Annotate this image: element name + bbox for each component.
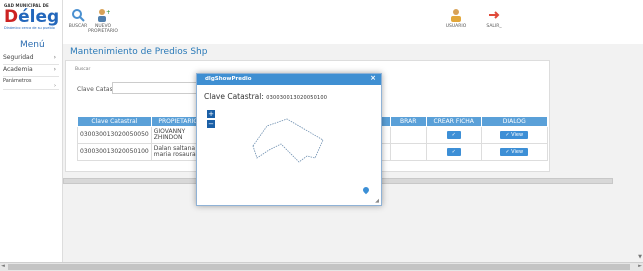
scroll-right-icon[interactable]: ► (638, 263, 642, 269)
sidebar-item-label: Academia (3, 66, 33, 73)
column-header: BRAR (389, 116, 427, 127)
parcel-map[interactable] (247, 114, 337, 166)
nuevo-label-2: PROPIETARIO (88, 29, 118, 34)
empty-cell (389, 143, 427, 161)
dialog-titlebar[interactable]: dlgShowPredio × (197, 74, 381, 85)
crear-ficha-cell: ✓ (425, 126, 482, 144)
sidebar-item-label: Parámetros (3, 78, 32, 84)
svg-text:+: + (106, 9, 110, 16)
sidebar-item-academia[interactable]: Academia › (3, 66, 59, 77)
dialog-title: dlgShowPredio (205, 76, 252, 82)
clave-cell: 030030013020050050 (77, 126, 152, 144)
crear-ficha-cell: ✓ (425, 143, 482, 161)
close-icon[interactable]: × (370, 74, 376, 82)
clave-cell: 030030013020050100 (77, 143, 152, 161)
scroll-left-icon[interactable]: ◄ (1, 263, 5, 269)
parcel-polygon (252, 118, 324, 163)
zoom-out-button[interactable]: − (207, 120, 215, 128)
crear-ficha-button[interactable]: ✓ (446, 131, 461, 139)
sidebar-item-label: Seguridad (3, 54, 34, 61)
scrollbar-thumb[interactable] (8, 264, 630, 270)
empty-cell (389, 126, 427, 144)
add-user-icon: + (98, 9, 110, 22)
panel-caption: Buscar (75, 67, 91, 72)
nuevo-propietario-button[interactable]: + NUEVO PROPIETARIO (85, 8, 121, 34)
dialog-clave-value: 030030013020050100 (266, 95, 328, 101)
sidebar: GAD MUNICIPAL DE Déleg Dinámico cerca de… (0, 0, 63, 262)
view-label: View (511, 132, 524, 138)
usuario-button[interactable]: USUARIO (444, 8, 468, 29)
chevron-right-icon: › (53, 66, 56, 73)
sidebar-item-seguridad[interactable]: Seguridad › (3, 54, 59, 65)
chevron-right-icon: › (53, 54, 56, 61)
dialog-cell: ✓ View (480, 126, 548, 144)
logo-word-first: D (4, 7, 19, 27)
toolbar: BUSCAR + NUEVO PROPIETARIO USUARIO SALIR… (63, 0, 643, 44)
dialog-clave: Clave Catastral: 030030013020050100 (204, 92, 327, 101)
salir-button[interactable]: SALIR_ (482, 8, 506, 29)
logo-subtitle: Dinámico cerca de su pueblo (4, 26, 55, 30)
view-button[interactable]: ✓ View (500, 131, 529, 139)
zoom-in-button[interactable]: + (207, 110, 215, 118)
logo-word: Déleg (4, 8, 60, 26)
logo-word-rest: éleg (18, 7, 60, 27)
chevron-right-icon: › (54, 83, 56, 89)
scroll-down-icon[interactable]: ▼ (638, 254, 642, 260)
column-header: DIALOG (480, 116, 548, 127)
dialog-clave-label: Clave Catastral: (204, 92, 264, 101)
user-icon (451, 9, 461, 22)
column-header: Clave Catastral (77, 116, 152, 127)
menu-title: Menú (20, 40, 45, 50)
logo: GAD MUNICIPAL DE Déleg Dinámico cerca de… (4, 3, 60, 37)
usuario-label: USUARIO (445, 24, 467, 29)
page: GAD MUNICIPAL DE Déleg Dinámico cerca de… (0, 0, 643, 271)
view-label: View (511, 149, 524, 155)
salir-label: SALIR_ (486, 24, 502, 29)
view-button[interactable]: ✓ View (500, 148, 529, 156)
sidebar-item-parametros[interactable]: Parámetros › (3, 78, 59, 90)
column-header: CREAR FICHA (425, 116, 482, 127)
dialog-cell: ✓ View (480, 143, 548, 161)
search-icon (72, 9, 85, 22)
crear-ficha-button[interactable]: ✓ (446, 148, 461, 156)
page-title: Mantenimiento de Predios Shp (70, 47, 208, 57)
show-predio-dialog: dlgShowPredio × Clave Catastral: 0300300… (196, 73, 382, 206)
map-pin-icon (361, 185, 371, 195)
exit-icon (489, 11, 500, 19)
horizontal-scrollbar[interactable]: ◄ ► (0, 262, 643, 271)
resize-handle-icon[interactable]: ◢ (375, 198, 379, 204)
